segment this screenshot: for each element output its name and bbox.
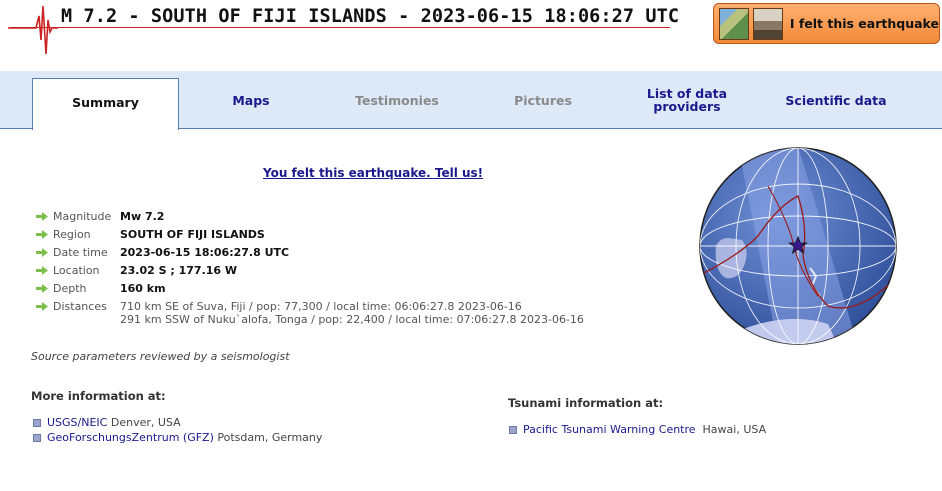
tsunami-info-list: Pacific Tsunami Warning Centre Hawai, US… (509, 422, 766, 437)
link-location: Potsdam, Germany (213, 431, 323, 444)
param-row-location: Location 23.02 S ; 177.16 W (36, 264, 584, 282)
param-label: Distances (53, 300, 107, 313)
usgs-neic-link[interactable]: USGS/NEIC (47, 416, 107, 429)
list-item: Pacific Tsunami Warning Centre Hawai, US… (509, 422, 766, 437)
list-item: USGS/NEIC Denver, USA (33, 415, 322, 430)
param-label: Date time (53, 246, 108, 259)
map-thumbnail-icon (719, 7, 749, 40)
review-note: Source parameters reviewed by a seismolo… (31, 350, 290, 363)
param-row-region: Region SOUTH OF FIJI ISLANDS (36, 228, 584, 246)
more-info-title: More information at: (31, 389, 166, 403)
param-row-magnitude: Magnitude Mw 7.2 (36, 210, 584, 228)
param-label: Magnitude (53, 210, 112, 223)
green-arrow-icon (36, 212, 48, 221)
green-arrow-icon (36, 248, 48, 257)
distance-line: 291 km SSW of Nuku`alofa, Tonga / pop: 2… (120, 313, 584, 326)
title-underline (10, 27, 670, 28)
green-arrow-icon (36, 284, 48, 293)
photo-thumbnail-icon (752, 7, 783, 40)
page-title: M 7.2 - SOUTH OF FIJI ISLANDS - 2023-06-… (61, 6, 680, 27)
distance-line: 710 km SE of Suva, Fiji / pop: 77,300 / … (120, 300, 522, 313)
green-arrow-icon (36, 266, 48, 275)
param-value: 710 km SE of Suva, Fiji / pop: 77,300 / … (120, 300, 584, 326)
more-info-list: USGS/NEIC Denver, USA GeoForschungsZentr… (33, 415, 322, 445)
param-value: Mw 7.2 (120, 210, 165, 223)
tab-maps[interactable]: Maps (182, 71, 320, 129)
tab-summary[interactable]: Summary (32, 78, 179, 130)
tab-scientific-data[interactable]: Scientific data (766, 71, 906, 129)
tab-pictures: Pictures (514, 92, 572, 108)
globe-map[interactable] (698, 146, 898, 346)
i-felt-this-earthquake-button[interactable]: I felt this earthquake (713, 3, 940, 44)
gfz-link[interactable]: GeoForschungsZentrum (GFZ) (47, 431, 214, 444)
param-value: 160 km (120, 282, 166, 295)
link-location: Denver, USA (107, 416, 181, 429)
param-label: Region (53, 228, 91, 241)
bullet-icon (509, 425, 517, 434)
green-arrow-icon (36, 230, 48, 239)
felt-earthquake-link[interactable]: You felt this earthquake. Tell us! (263, 166, 483, 180)
param-row-distances: Distances 710 km SE of Suva, Fiji / pop:… (36, 300, 584, 326)
param-value: SOUTH OF FIJI ISLANDS (120, 228, 265, 241)
tab-list-of-data-providers[interactable]: List of data providers (637, 71, 737, 129)
list-item: GeoForschungsZentrum (GFZ) Potsdam, Germ… (33, 430, 322, 445)
tab-testimonies: Testimonies (355, 92, 439, 108)
param-value: 2023-06-15 18:06:27.8 UTC (120, 246, 290, 259)
param-row-depth: Depth 160 km (36, 282, 584, 300)
bullet-icon (33, 418, 41, 427)
param-value: 23.02 S ; 177.16 W (120, 264, 238, 277)
bullet-icon (33, 433, 41, 442)
tab-bar: Summary Maps Testimonies Pictures List o… (0, 71, 942, 130)
tsunami-info-title: Tsunami information at: (508, 396, 664, 410)
link-location: Hawai, USA (695, 423, 767, 436)
seismogram-logo-icon (8, 5, 58, 55)
ptwc-link[interactable]: Pacific Tsunami Warning Centre (523, 423, 696, 436)
param-label: Depth (53, 282, 87, 295)
green-arrow-icon (36, 302, 48, 311)
felt-button-label: I felt this earthquake (789, 16, 939, 31)
event-parameters: Magnitude Mw 7.2 Region SOUTH OF FIJI IS… (36, 210, 584, 326)
param-label: Location (53, 264, 100, 277)
param-row-date-time: Date time 2023-06-15 18:06:27.8 UTC (36, 246, 584, 264)
